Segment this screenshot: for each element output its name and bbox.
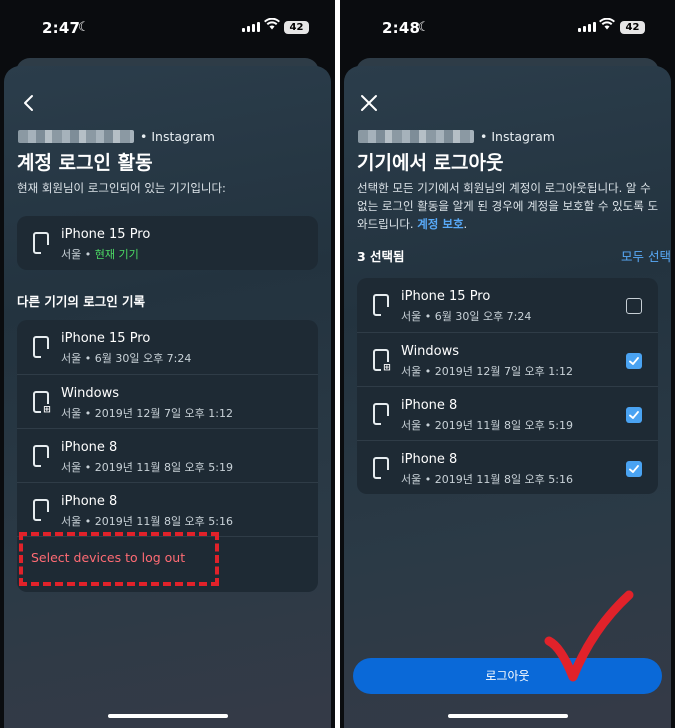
status-time: 2:48 bbox=[382, 19, 421, 37]
iphone-icon bbox=[33, 445, 53, 470]
battery-indicator: 42 bbox=[620, 21, 645, 34]
account-suffix: • Instagram bbox=[480, 128, 555, 144]
device-row[interactable]: iPhone 8 서울 • 2019년 11월 8일 오후 5:16 bbox=[17, 482, 318, 536]
device-checkbox[interactable] bbox=[626, 407, 642, 423]
blurred-username bbox=[18, 129, 134, 143]
page-title: 기기에서 로그아웃 bbox=[357, 152, 504, 174]
iphone-icon bbox=[33, 232, 53, 257]
home-indicator bbox=[447, 714, 568, 718]
moon-icon: ☾ bbox=[78, 20, 90, 35]
back-chevron-icon[interactable] bbox=[18, 92, 40, 114]
device-detail: 서울 • 2019년 11월 8일 오후 5:19 bbox=[401, 419, 573, 432]
page-title: 계정 로그인 활동 bbox=[17, 152, 153, 174]
account-label: • Instagram bbox=[18, 128, 215, 144]
device-name: iPhone 8 bbox=[61, 440, 118, 455]
description: 선택한 모든 기기에서 회원님의 계정이 로그아웃됩니다. 알 수 없는 로그인… bbox=[357, 181, 659, 231]
device-name: iPhone 8 bbox=[61, 494, 118, 509]
select-all-button[interactable]: 모두 선택 bbox=[621, 246, 671, 265]
account-suffix: • Instagram bbox=[140, 128, 215, 144]
blurred-username bbox=[358, 129, 474, 143]
device-select-list: iPhone 15 Pro 서울 • 6월 30일 오후 7:24 ⊞ Wind… bbox=[357, 278, 658, 494]
description: 현재 회원님이 로그인되어 있는 기기입니다: bbox=[17, 181, 226, 195]
device-name: iPhone 8 bbox=[401, 398, 458, 413]
device-name: iPhone 15 Pro bbox=[401, 289, 491, 304]
current-device-row[interactable]: iPhone 15 Pro 서울 • 현재 기기 bbox=[17, 216, 318, 270]
annotation-highlight-box bbox=[19, 532, 219, 586]
iphone-icon bbox=[33, 336, 53, 361]
device-row[interactable]: ⊞ Windows 서울 • 2019년 12월 7일 오후 1:12 bbox=[357, 332, 658, 386]
device-name: iPhone 15 Pro bbox=[61, 331, 151, 346]
cellular-signal-icon bbox=[242, 22, 260, 32]
device-detail: 서울 • 6월 30일 오후 7:24 bbox=[61, 352, 192, 365]
moon-icon: ☾ bbox=[418, 20, 430, 35]
annotation-checkmark-icon bbox=[544, 590, 634, 682]
device-checkbox[interactable] bbox=[626, 353, 642, 369]
battery-indicator: 42 bbox=[284, 21, 309, 34]
windows-icon: ⊞ bbox=[33, 391, 53, 416]
device-row[interactable]: ⊞ Windows 서울 • 2019년 12월 7일 오후 1:12 bbox=[17, 374, 318, 428]
device-row[interactable]: iPhone 8 서울 • 2019년 11월 8일 오후 5:19 bbox=[357, 386, 658, 440]
selected-count: 3 선택됨 bbox=[357, 249, 405, 264]
device-detail: 서울 • 6월 30일 오후 7:24 bbox=[401, 310, 532, 323]
device-row[interactable]: iPhone 15 Pro 서울 • 6월 30일 오후 7:24 bbox=[17, 320, 318, 374]
wifi-icon bbox=[264, 17, 280, 34]
device-row[interactable]: iPhone 8 서울 • 2019년 11월 8일 오후 5:16 bbox=[357, 440, 658, 494]
iphone-icon bbox=[373, 294, 393, 319]
device-detail: 서울 • 2019년 12월 7일 오후 1:12 bbox=[401, 365, 573, 378]
device-row[interactable]: iPhone 8 서울 • 2019년 11월 8일 오후 5:19 bbox=[17, 428, 318, 482]
device-name: Windows bbox=[401, 344, 460, 359]
cellular-signal-icon bbox=[578, 22, 596, 32]
close-icon[interactable] bbox=[358, 92, 380, 114]
account-label: • Instagram bbox=[358, 128, 555, 144]
login-activity-sheet: • Instagram 계정 로그인 활동 현재 회원님이 로그인되어 있는 기… bbox=[4, 66, 331, 728]
windows-icon: ⊞ bbox=[373, 349, 393, 374]
iphone-icon bbox=[373, 403, 393, 428]
current-device-card: iPhone 15 Pro 서울 • 현재 기기 bbox=[17, 216, 318, 270]
device-checkbox[interactable] bbox=[626, 298, 642, 314]
device-detail: 서울 • 2019년 12월 7일 오후 1:12 bbox=[61, 407, 233, 420]
status-bar: 2:48 ☾ 42 bbox=[340, 0, 675, 58]
left-phone-screen: 2:47 ☾ 42 • Instagram 계정 로그인 활동 현재 회원님이 … bbox=[0, 0, 335, 728]
iphone-icon bbox=[373, 457, 393, 482]
current-device-tag: 현재 기기 bbox=[94, 248, 139, 261]
device-name: iPhone 15 Pro bbox=[61, 227, 151, 242]
device-detail: 서울 • 2019년 11월 8일 오후 5:16 bbox=[401, 473, 573, 486]
device-detail: 서울 • 2019년 11월 8일 오후 5:16 bbox=[61, 515, 233, 528]
device-detail: 서울 • 현재 기기 bbox=[61, 248, 139, 261]
iphone-icon bbox=[33, 499, 53, 524]
account-protection-link[interactable]: 계정 보호 bbox=[417, 217, 463, 231]
home-indicator bbox=[107, 714, 228, 718]
status-time: 2:47 bbox=[42, 19, 81, 37]
device-row[interactable]: iPhone 15 Pro 서울 • 6월 30일 오후 7:24 bbox=[357, 278, 658, 332]
device-name: iPhone 8 bbox=[401, 452, 458, 467]
device-checkbox[interactable] bbox=[626, 461, 642, 477]
wifi-icon bbox=[599, 17, 615, 34]
other-devices-header: 다른 기기의 로그인 기록 bbox=[17, 294, 146, 309]
device-detail: 서울 • 2019년 11월 8일 오후 5:19 bbox=[61, 461, 233, 474]
device-name: Windows bbox=[61, 386, 120, 401]
status-bar: 2:47 ☾ 42 bbox=[0, 0, 335, 58]
